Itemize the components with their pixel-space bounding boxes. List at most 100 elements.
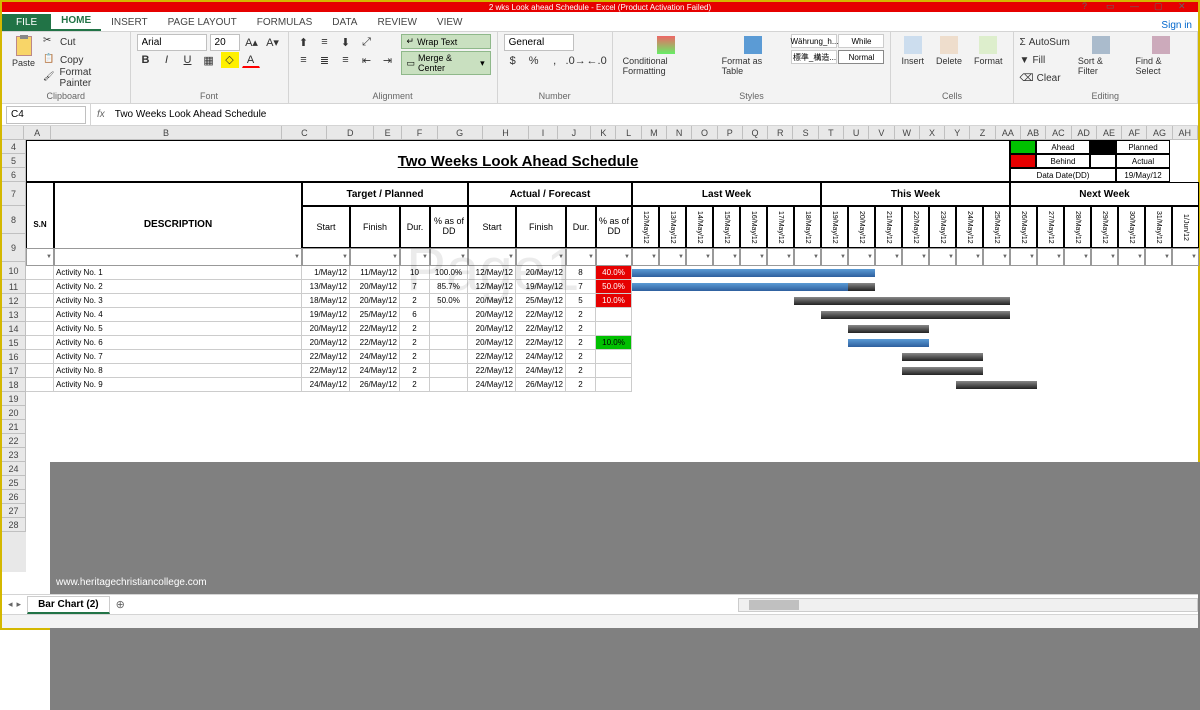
find-select-button[interactable]: Find & Select: [1132, 34, 1191, 78]
clear-button[interactable]: ⌫ Clear: [1020, 70, 1070, 86]
cell-style-normal[interactable]: Normal: [838, 50, 884, 64]
cell-ts-8[interactable]: 24/May/12: [302, 378, 350, 392]
cell-tp-4[interactable]: [430, 322, 468, 336]
insert-cells-button[interactable]: Insert: [897, 34, 928, 68]
row-6[interactable]: 6: [2, 168, 26, 182]
col-I[interactable]: I: [529, 126, 557, 139]
bold-button[interactable]: B: [137, 52, 155, 68]
cell-as-4[interactable]: 20/May/12: [468, 322, 516, 336]
cut-button[interactable]: Cut: [43, 34, 124, 50]
font-name-select[interactable]: [137, 34, 207, 51]
cell-desc-6[interactable]: Activity No. 7: [54, 350, 302, 364]
cell-af-5[interactable]: 22/May/12: [516, 336, 566, 350]
row-24[interactable]: 24: [2, 462, 26, 476]
horizontal-scrollbar[interactable]: [738, 598, 1198, 612]
cell-af-0[interactable]: 20/May/12: [516, 266, 566, 280]
ribbon-display-icon[interactable]: ▭: [1106, 1, 1120, 11]
row-27[interactable]: 27: [2, 504, 26, 518]
cell-ad-6[interactable]: 2: [566, 350, 596, 364]
cell-as-6[interactable]: 22/May/12: [468, 350, 516, 364]
filter-dropdown-9[interactable]: [596, 248, 632, 266]
filter-dropdown-day-1[interactable]: [659, 248, 686, 266]
cell-ap-0[interactable]: 40.0%: [596, 266, 632, 280]
cell-ad-0[interactable]: 8: [566, 266, 596, 280]
cell-ap-7[interactable]: [596, 364, 632, 378]
cell-as-7[interactable]: 22/May/12: [468, 364, 516, 378]
cell-tf-7[interactable]: 24/May/12: [350, 364, 400, 378]
cell-ts-3[interactable]: 19/May/12: [302, 308, 350, 322]
cell-as-8[interactable]: 24/May/12: [468, 378, 516, 392]
cell-as-1[interactable]: 12/May/12: [468, 280, 516, 294]
col-J[interactable]: J: [558, 126, 592, 139]
row-21[interactable]: 21: [2, 420, 26, 434]
col-X[interactable]: X: [920, 126, 945, 139]
filter-dropdown-day-6[interactable]: [794, 248, 821, 266]
cell-td-0[interactable]: 10: [400, 266, 430, 280]
cell-sn-3[interactable]: [26, 308, 54, 322]
cell-ap-6[interactable]: [596, 350, 632, 364]
cell-ap-8[interactable]: [596, 378, 632, 392]
col-F[interactable]: F: [402, 126, 438, 139]
filter-dropdown-day-18[interactable]: [1118, 248, 1145, 266]
fill-button[interactable]: ▼ Fill: [1020, 52, 1070, 68]
sheet-nav-first-icon[interactable]: ◂: [8, 599, 13, 610]
format-cells-button[interactable]: Format: [970, 34, 1007, 68]
filter-dropdown-0[interactable]: [26, 248, 54, 266]
cell-ad-2[interactable]: 5: [566, 294, 596, 308]
cell-desc-7[interactable]: Activity No. 8: [54, 364, 302, 378]
font-size-select[interactable]: [210, 34, 240, 51]
align-right-button[interactable]: ≡: [337, 52, 355, 68]
worksheet-cells[interactable]: Two Weeks Look Ahead Schedule Ahead Plan…: [26, 140, 1198, 572]
align-top-button[interactable]: ⬆: [295, 34, 313, 50]
col-Z[interactable]: Z: [970, 126, 995, 139]
cell-ap-2[interactable]: 10.0%: [596, 294, 632, 308]
cell-tp-3[interactable]: [430, 308, 468, 322]
cell-sn-1[interactable]: [26, 280, 54, 294]
cell-td-5[interactable]: 2: [400, 336, 430, 350]
cell-tp-1[interactable]: 85.7%: [430, 280, 468, 294]
tab-data[interactable]: DATA: [322, 14, 367, 31]
filter-dropdown-2[interactable]: [302, 248, 350, 266]
cell-tf-8[interactable]: 26/May/12: [350, 378, 400, 392]
cell-style-3[interactable]: 標準_構造...: [791, 50, 837, 64]
col-AF[interactable]: AF: [1122, 126, 1147, 139]
cell-tf-6[interactable]: 24/May/12: [350, 350, 400, 364]
cell-td-1[interactable]: 7: [400, 280, 430, 294]
row-4[interactable]: 4: [2, 140, 26, 154]
cell-desc-3[interactable]: Activity No. 4: [54, 308, 302, 322]
filter-dropdown-7[interactable]: [516, 248, 566, 266]
cell-sn-5[interactable]: [26, 336, 54, 350]
col-AG[interactable]: AG: [1147, 126, 1172, 139]
increase-indent-button[interactable]: ⇥: [379, 52, 397, 68]
filter-dropdown-6[interactable]: [468, 248, 516, 266]
col-T[interactable]: T: [819, 126, 844, 139]
filter-dropdown-day-5[interactable]: [767, 248, 794, 266]
cell-td-2[interactable]: 2: [400, 294, 430, 308]
col-AA[interactable]: AA: [996, 126, 1021, 139]
help-icon[interactable]: ?: [1082, 1, 1096, 11]
increase-font-button[interactable]: A▴: [243, 34, 261, 50]
col-S[interactable]: S: [793, 126, 818, 139]
sign-in-link[interactable]: Sign in: [1161, 20, 1198, 31]
cell-tf-5[interactable]: 22/May/12: [350, 336, 400, 350]
currency-button[interactable]: $: [504, 53, 522, 69]
cell-desc-0[interactable]: Activity No. 1: [54, 266, 302, 280]
autosum-button[interactable]: Σ AutoSum: [1020, 34, 1070, 50]
tab-pagelayout[interactable]: PAGE LAYOUT: [158, 14, 247, 31]
cell-af-3[interactable]: 22/May/12: [516, 308, 566, 322]
cell-af-2[interactable]: 25/May/12: [516, 294, 566, 308]
filter-dropdown-day-7[interactable]: [821, 248, 848, 266]
cell-af-8[interactable]: 26/May/12: [516, 378, 566, 392]
cell-ts-4[interactable]: 20/May/12: [302, 322, 350, 336]
col-AC[interactable]: AC: [1046, 126, 1071, 139]
row-11[interactable]: 11: [2, 280, 26, 294]
cell-ts-5[interactable]: 20/May/12: [302, 336, 350, 350]
cell-tp-0[interactable]: 100.0%: [430, 266, 468, 280]
format-painter-button[interactable]: Format Painter: [43, 70, 124, 86]
filter-dropdown-day-17[interactable]: [1091, 248, 1118, 266]
tab-review[interactable]: REVIEW: [367, 14, 426, 31]
cell-desc-2[interactable]: Activity No. 3: [54, 294, 302, 308]
row-17[interactable]: 17: [2, 364, 26, 378]
cell-ad-7[interactable]: 2: [566, 364, 596, 378]
cell-tp-6[interactable]: [430, 350, 468, 364]
